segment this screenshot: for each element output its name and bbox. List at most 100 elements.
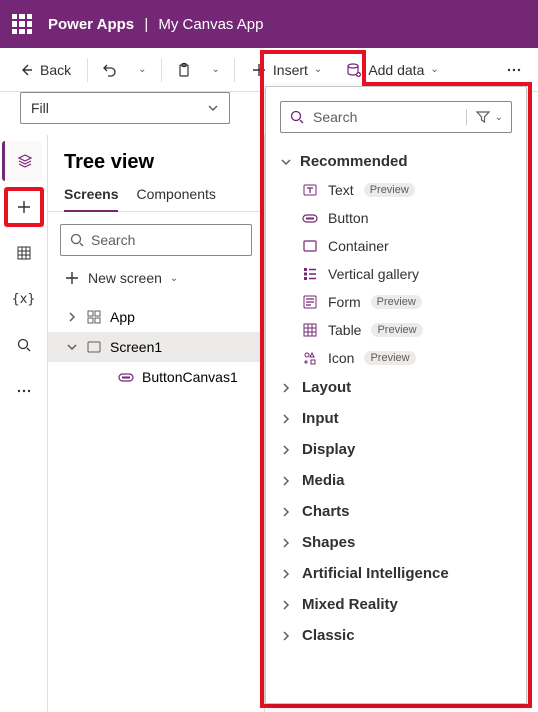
product-name: Power Apps xyxy=(48,16,134,33)
category-shapes[interactable]: Shapes xyxy=(272,527,520,558)
chevron-down-icon: ⌄ xyxy=(314,64,322,75)
tree-control-label: ButtonCanvas1 xyxy=(142,369,238,385)
chevron-down-icon xyxy=(280,156,292,168)
category-charts[interactable]: Charts xyxy=(272,496,520,527)
rail-search[interactable] xyxy=(4,325,44,365)
tree-screen-node[interactable]: Screen1 xyxy=(48,332,264,362)
tree-app-node[interactable]: App xyxy=(48,302,264,332)
category-label: Shapes xyxy=(302,534,355,551)
ctrl-vertical-gallery[interactable]: Vertical gallery xyxy=(272,260,520,288)
layers-icon xyxy=(17,153,33,169)
app-icon xyxy=(86,309,102,325)
category-label: Classic xyxy=(302,627,355,644)
chevron-down-icon xyxy=(207,102,219,114)
search-placeholder: Search xyxy=(91,232,135,248)
category-label: Display xyxy=(302,441,355,458)
flyout-filter-button[interactable]: ⌄ xyxy=(466,109,503,125)
chevron-right-icon xyxy=(280,599,292,611)
chevron-down-icon: ⌄ xyxy=(138,64,146,75)
chevron-right-icon xyxy=(280,382,292,394)
undo-button[interactable] xyxy=(94,56,126,84)
flyout-search[interactable]: Search ⌄ xyxy=(280,101,512,133)
tree-view-panel: Tree view Screens Components Search New … xyxy=(48,135,265,712)
gallery-icon xyxy=(302,266,318,282)
app-header: Power Apps | My Canvas App xyxy=(0,0,538,48)
preview-badge: Preview xyxy=(364,351,415,365)
back-button[interactable]: Back xyxy=(8,56,81,84)
button-icon xyxy=(302,210,318,226)
category-layout[interactable]: Layout xyxy=(272,372,520,403)
waffle-icon[interactable] xyxy=(12,14,32,34)
variables-icon: {x} xyxy=(12,292,35,307)
category-label: Layout xyxy=(302,379,351,396)
tree-control-node[interactable]: ButtonCanvas1 xyxy=(48,362,264,392)
back-label: Back xyxy=(40,62,71,78)
undo-split-button[interactable]: ⌄ xyxy=(130,58,154,81)
category-classic[interactable]: Classic xyxy=(272,620,520,651)
rail-data[interactable] xyxy=(4,233,44,273)
header-title: Power Apps | My Canvas App xyxy=(48,16,263,33)
category-label: Mixed Reality xyxy=(302,596,398,613)
chevron-down-icon: ⌄ xyxy=(212,64,220,75)
ctrl-table-label: Table xyxy=(328,322,361,338)
chevron-down-icon: ⌄ xyxy=(495,112,503,123)
chevron-right-icon xyxy=(280,506,292,518)
ctrl-icon[interactable]: Icon Preview xyxy=(272,344,520,372)
rail-more[interactable] xyxy=(4,371,44,411)
ctrl-container[interactable]: Container xyxy=(272,232,520,260)
more-button[interactable] xyxy=(498,56,530,84)
ctrl-button[interactable]: Button xyxy=(272,204,520,232)
new-screen-button[interactable]: New screen ⌄ xyxy=(60,264,252,292)
ctrl-text-label: Text xyxy=(328,182,354,198)
rail-insert[interactable] xyxy=(4,187,44,227)
group-recommended[interactable]: Recommended xyxy=(272,147,520,176)
category-display[interactable]: Display xyxy=(272,434,520,465)
tree-screen-label: Screen1 xyxy=(110,339,162,355)
category-input[interactable]: Input xyxy=(272,403,520,434)
insert-button[interactable]: Insert ⌄ xyxy=(241,56,332,84)
plus-icon xyxy=(16,199,32,215)
add-data-button[interactable]: Add data ⌄ xyxy=(336,56,448,84)
data-icon xyxy=(346,62,362,78)
ctrl-text[interactable]: Text Preview xyxy=(272,176,520,204)
chevron-right-icon xyxy=(280,537,292,549)
property-selector[interactable]: Fill xyxy=(20,92,230,124)
ctrl-form[interactable]: Form Preview xyxy=(272,288,520,316)
group-recommended-label: Recommended xyxy=(300,153,408,170)
rail-variables[interactable]: {x} xyxy=(4,279,44,319)
form-icon xyxy=(302,294,318,310)
tree-search[interactable]: Search xyxy=(60,224,252,256)
category-label: Media xyxy=(302,472,345,489)
property-label: Fill xyxy=(31,100,49,116)
ctrl-form-label: Form xyxy=(328,294,361,310)
tab-components[interactable]: Components xyxy=(136,186,215,211)
chevron-right-icon xyxy=(280,444,292,456)
tree: App Screen1 ButtonCanvas1 xyxy=(48,302,264,392)
chevron-down-icon: ⌄ xyxy=(170,273,178,284)
tree-app-label: App xyxy=(110,309,135,325)
tab-screens[interactable]: Screens xyxy=(64,186,118,212)
paste-button[interactable] xyxy=(168,56,200,84)
property-selector-row: Fill xyxy=(20,92,230,124)
chevron-right-icon xyxy=(280,413,292,425)
category-media[interactable]: Media xyxy=(272,465,520,496)
category-label: Input xyxy=(302,410,339,427)
table-icon xyxy=(302,322,318,338)
ctrl-table[interactable]: Table Preview xyxy=(272,316,520,344)
rail-tree-view[interactable] xyxy=(2,141,42,181)
chevron-down-icon: ⌄ xyxy=(430,64,438,75)
icon-icon xyxy=(302,350,318,366)
chevron-right-icon xyxy=(280,568,292,580)
plus-icon xyxy=(251,62,267,78)
category-artificial-intelligence[interactable]: Artificial Intelligence xyxy=(272,558,520,589)
category-mixed-reality[interactable]: Mixed Reality xyxy=(272,589,520,620)
tree-tabs: Screens Components xyxy=(48,186,264,212)
grid-icon xyxy=(16,245,32,261)
preview-badge: Preview xyxy=(371,323,422,337)
ctrl-vgallery-label: Vertical gallery xyxy=(328,266,419,282)
arrow-left-icon xyxy=(18,62,34,78)
chevron-right-icon xyxy=(280,630,292,642)
category-label: Charts xyxy=(302,503,350,520)
new-screen-label: New screen xyxy=(88,270,162,286)
paste-split-button[interactable]: ⌄ xyxy=(204,58,228,81)
